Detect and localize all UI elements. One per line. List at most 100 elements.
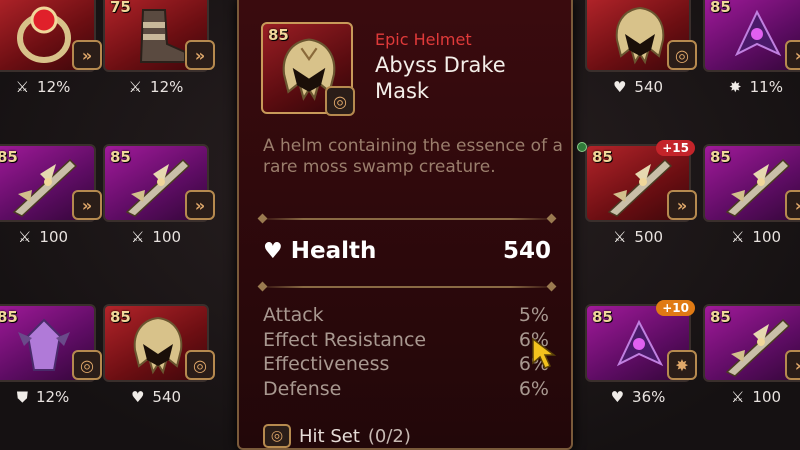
- substat-row: Effect Resistance 6%: [263, 328, 549, 353]
- item-description: A helm containing the essence of a rare …: [263, 136, 563, 177]
- tooltip-item-art: 85 ◎: [261, 22, 355, 116]
- notification-dot: [577, 142, 587, 152]
- item-level: 85: [592, 148, 613, 166]
- speed-set-icon: »: [785, 350, 800, 380]
- hit-set-icon: ◎: [325, 86, 355, 116]
- hit-set-icon: ◎: [667, 40, 697, 70]
- hit-set-icon: ◎: [185, 350, 215, 380]
- item-level: 85: [710, 0, 731, 16]
- attack-icon: ⚔: [612, 228, 627, 246]
- item-main-stat: ⚔ 500: [585, 228, 691, 246]
- item-stat-value: 100: [39, 228, 69, 246]
- speed-set-icon: »: [667, 190, 697, 220]
- hit-set-icon: ◎: [263, 424, 291, 448]
- helmet-icon: [133, 316, 183, 375]
- helmet-icon: [615, 6, 665, 65]
- item-stat-value: 500: [634, 228, 664, 246]
- item-level: 85: [110, 148, 131, 166]
- speed-set-icon: »: [72, 40, 102, 70]
- heart-icon: ♥: [610, 388, 625, 406]
- item-main-stat: ♥ 540: [103, 388, 209, 406]
- inventory-slot[interactable]: 75 » ⚔ 12%: [103, 0, 217, 104]
- item-stat-value: 12%: [150, 78, 184, 96]
- heart-icon: ♥: [263, 238, 283, 264]
- set-count: (0/2): [367, 425, 411, 447]
- item-tooltip: 85 ◎ Epic Helmet Abyss Drake Mask A helm…: [237, 0, 573, 450]
- substat-label: Attack: [263, 304, 324, 326]
- inventory-slot[interactable]: ◎ ♥ 540: [585, 0, 699, 104]
- inventory-slot[interactable]: 85 +10 ✸ ♥ 36%: [585, 300, 699, 414]
- inventory-slot[interactable]: 85 » ⚔ 100: [703, 304, 800, 414]
- inventory-slot[interactable]: 85 » ⚔ 100: [0, 144, 104, 254]
- item-main-stat: ⚔ 100: [703, 388, 800, 406]
- inventory-slot[interactable]: » ⚔ 12%: [0, 0, 104, 104]
- hit-set-icon: ◎: [72, 350, 102, 380]
- substat-label: Effect Resistance: [263, 328, 427, 351]
- purple-gear-icon: [734, 9, 782, 57]
- item-main-stat: ⚔ 12%: [103, 78, 209, 96]
- substat-value: 5%: [518, 304, 549, 326]
- set-label: Hit Set: [299, 425, 360, 447]
- attack-icon: ⚔: [17, 228, 32, 246]
- item-stat-value: 100: [752, 228, 782, 246]
- main-stat-label: Health: [290, 238, 377, 264]
- substat-row: Attack 5%: [263, 303, 549, 328]
- inventory-slot[interactable]: 85 » ⚔ 100: [103, 144, 217, 254]
- item-stat-value: 540: [152, 388, 182, 406]
- inventory-slot[interactable]: 85 +15 » ⚔ 500: [585, 140, 699, 254]
- inventory-slot[interactable]: 85 » ✸ 11%: [703, 0, 800, 104]
- weapon-icon: [725, 318, 791, 377]
- weapon-icon: [725, 158, 791, 217]
- inventory-slot[interactable]: 85 » ⚔ 100: [703, 144, 800, 254]
- weapon-icon: [125, 158, 191, 217]
- substat-row: Defense 6%: [263, 377, 549, 402]
- item-level: 85: [592, 308, 613, 326]
- enhance-badge: +15: [656, 140, 695, 156]
- speed-set-icon: »: [785, 190, 800, 220]
- item-stat-value: 12%: [37, 78, 71, 96]
- attack-icon: ⚔: [130, 228, 145, 246]
- speed-set-icon: »: [185, 40, 215, 70]
- inventory-slot[interactable]: 85 ◎ ♥ 540: [103, 304, 217, 414]
- boots-icon: [139, 9, 186, 63]
- crystal-icon: [18, 318, 70, 371]
- weapon-icon: [607, 158, 673, 217]
- substat-label: Effectiveness: [263, 353, 390, 375]
- item-stat-value: 100: [752, 388, 782, 406]
- item-main-stat: ⚔ 100: [103, 228, 209, 246]
- crit-sword-icon: ⚔: [15, 78, 30, 96]
- shield-icon: ⛊: [16, 388, 28, 406]
- speed-set-icon: »: [185, 190, 215, 220]
- item-main-stat: ⛊ 12%: [0, 388, 96, 406]
- item-stat-value: 540: [634, 78, 664, 96]
- ring-icon: [17, 6, 71, 63]
- mouse-cursor-icon: [532, 337, 557, 369]
- main-stat-value: 540: [502, 238, 551, 264]
- main-stat: ♥ Health 540: [263, 238, 551, 264]
- divider-bottom: [259, 286, 555, 288]
- item-main-stat: ✸ 11%: [703, 78, 800, 96]
- heart-icon: ♥: [612, 78, 627, 96]
- item-main-stat: ⚔ 12%: [0, 78, 96, 96]
- speed-set-icon: »: [72, 190, 102, 220]
- item-main-stat: ⚔ 100: [0, 228, 96, 246]
- item-stat-value: 100: [152, 228, 182, 246]
- item-level: 85: [710, 148, 731, 166]
- substat-value: 6%: [518, 377, 549, 400]
- attack-icon: ⚔: [730, 228, 745, 246]
- weapon-icon: [12, 158, 78, 217]
- substat-row: Effectiveness 6%: [263, 352, 549, 377]
- heart-icon: ♥: [130, 388, 145, 406]
- inventory-slot[interactable]: 85 ◎ ⛊ 12%: [0, 304, 104, 414]
- attack-icon: ⚔: [730, 388, 745, 406]
- effectiveness-icon: ✸: [729, 78, 742, 96]
- purple-gear-icon: [616, 319, 664, 367]
- item-stat-value: 36%: [632, 388, 666, 406]
- speed-set-icon: »: [785, 40, 800, 70]
- item-main-stat: ♥ 36%: [585, 388, 691, 406]
- item-level: 85: [710, 308, 731, 326]
- item-level: 85: [0, 308, 18, 326]
- divider-top: [259, 218, 555, 220]
- item-level: 75: [110, 0, 131, 16]
- destruction-set-icon: ✸: [667, 350, 697, 380]
